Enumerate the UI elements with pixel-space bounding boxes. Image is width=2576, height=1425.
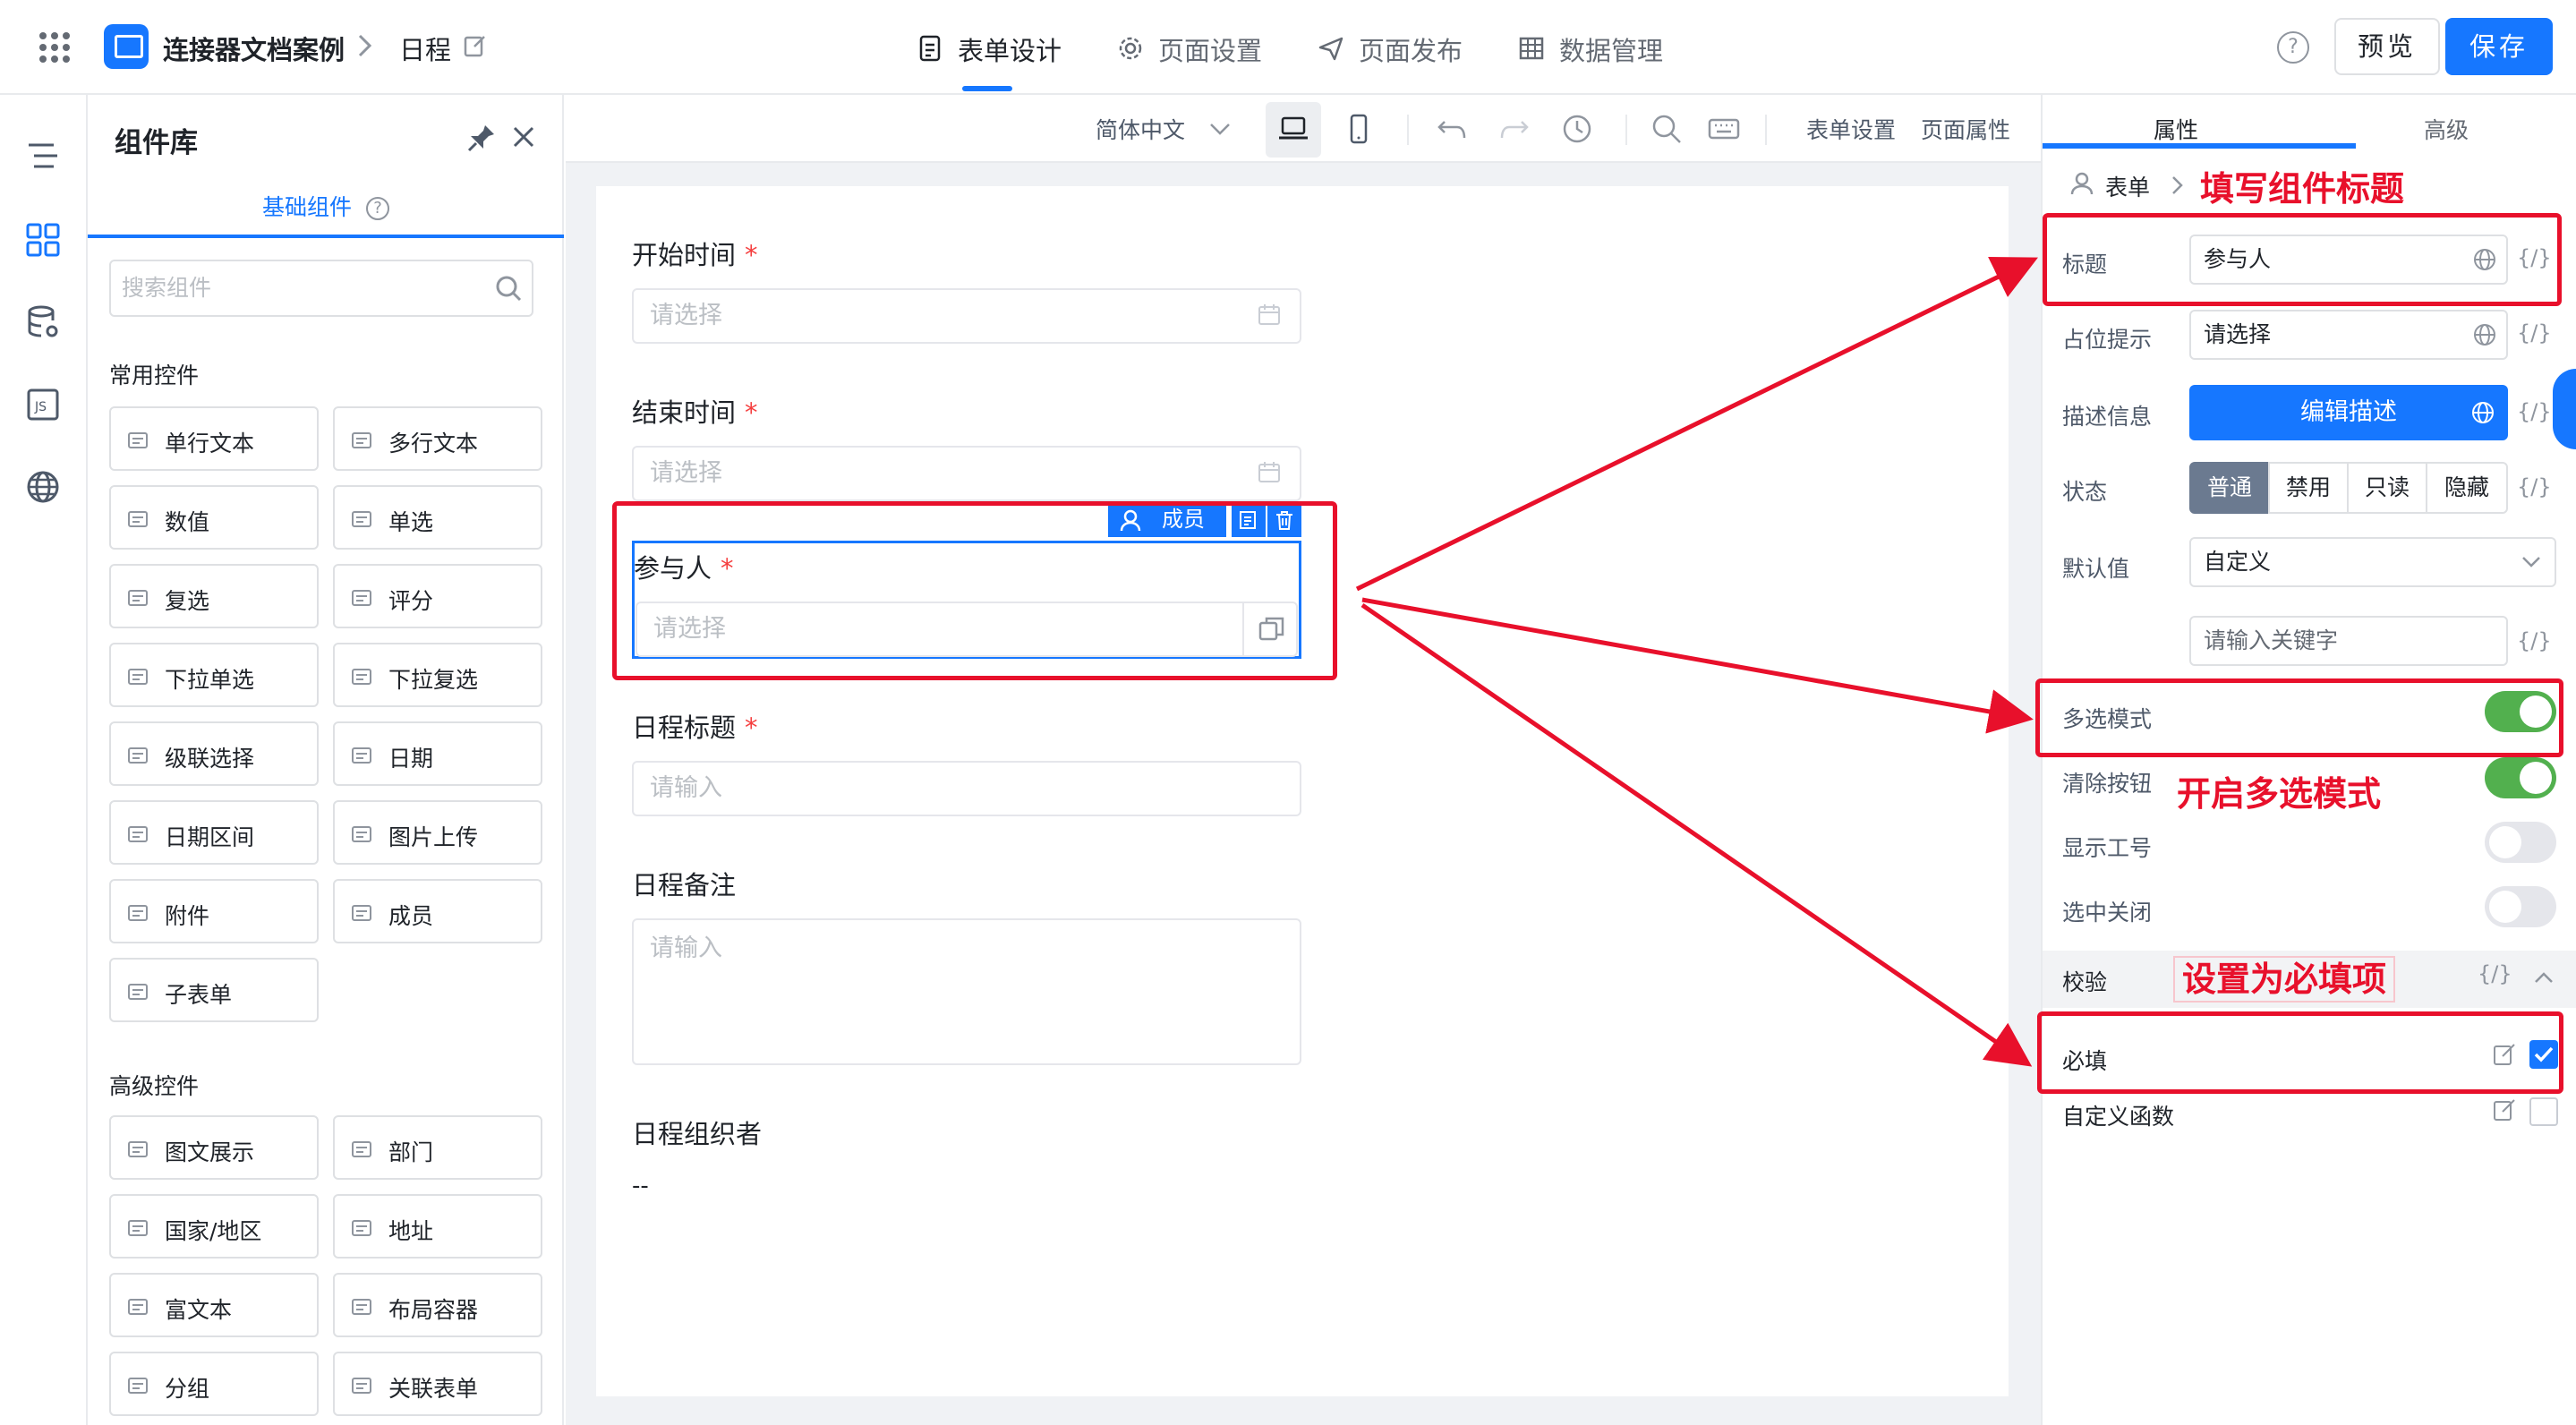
arrow-to-required	[1361, 602, 2033, 1067]
arrow-to-title	[1355, 257, 2038, 592]
annotation-arrows	[1355, 257, 2038, 1067]
arrow-to-multi-select	[1361, 597, 2034, 734]
